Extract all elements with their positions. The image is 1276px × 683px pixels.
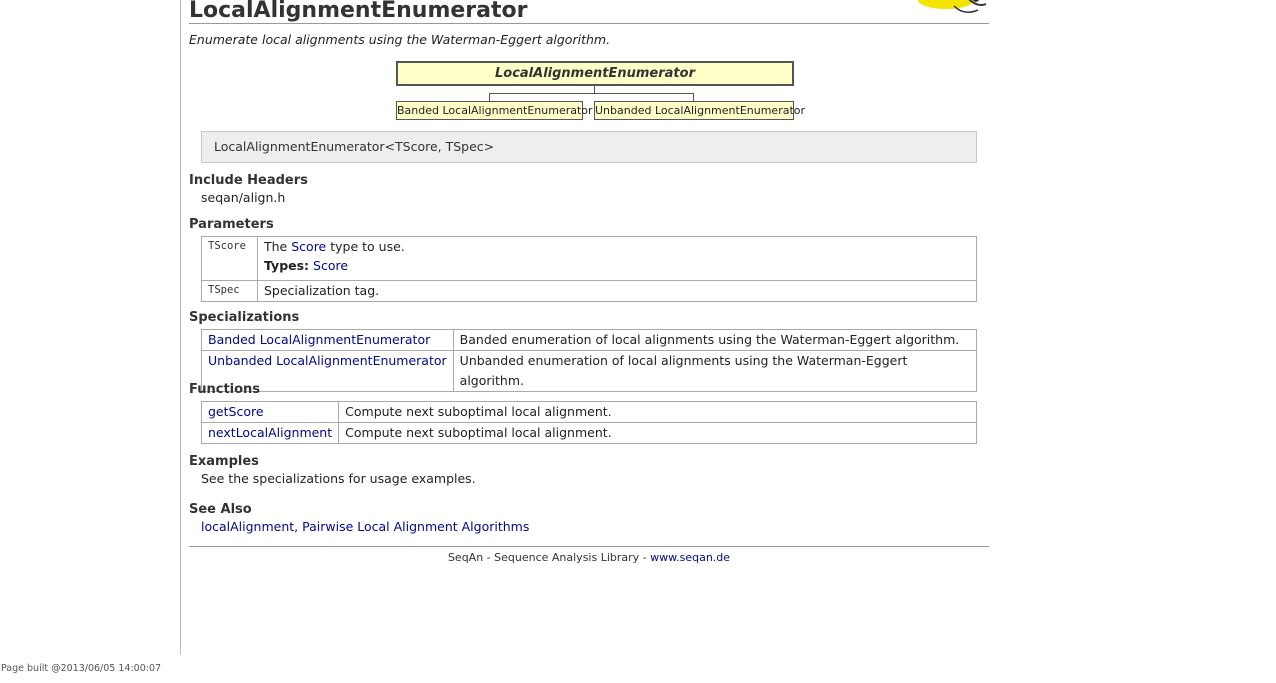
functions-heading: Functions xyxy=(189,382,261,397)
diagram-node-banded[interactable]: Banded LocalAlignmentEnumerator xyxy=(396,101,593,120)
table-row: nextLocalAlignment Compute next suboptim… xyxy=(200,422,977,444)
see-also-link-pairwise[interactable]: Pairwise Local Alignment Algorithms xyxy=(302,519,529,534)
function-link-nextlocalalignment[interactable]: nextLocalAlignment xyxy=(208,425,332,440)
see-also-links: localAlignment, Pairwise Local Alignment… xyxy=(201,519,529,534)
table-row: Unbanded LocalAlignmentEnumerator Unband… xyxy=(201,350,978,392)
specialization-desc: Banded enumeration of local alignments u… xyxy=(452,329,978,351)
specializations-heading: Specializations xyxy=(189,310,300,325)
diagram-connector xyxy=(594,86,595,93)
main-content: LocalAlignmentEnumerator Enumerate local… xyxy=(189,0,989,564)
footer-rule xyxy=(189,546,989,547)
function-desc: Compute next suboptimal local alignment. xyxy=(338,422,977,444)
types-label: Types: xyxy=(264,258,310,273)
see-also-link-localalignment[interactable]: localAlignment xyxy=(201,519,294,534)
diagram-connector xyxy=(489,93,490,101)
page-built-timestamp: Page built @2013/06/05 14:00:07 xyxy=(1,663,162,674)
function-link-getscore[interactable]: getScore xyxy=(208,404,264,419)
parameters-table: TScore The Score type to use. Types: Sco… xyxy=(201,236,977,302)
param-description: The Score type to use. Types: Score xyxy=(257,236,977,281)
class-signature: LocalAlignmentEnumerator<TScore, TSpec> xyxy=(201,131,977,163)
parameters-heading: Parameters xyxy=(189,217,274,232)
footer: SeqAn - Sequence Analysis Library - www.… xyxy=(189,551,989,564)
see-also-separator: , xyxy=(294,519,303,534)
function-name-cell: getScore xyxy=(200,401,340,423)
specialization-link-banded[interactable]: Banded LocalAlignmentEnumerator xyxy=(208,332,430,347)
param-description: Specialization tag. xyxy=(257,280,977,302)
table-row: TSpec Specialization tag. xyxy=(201,280,977,302)
footer-text: SeqAn - Sequence Analysis Library - xyxy=(447,551,651,564)
function-name-cell: nextLocalAlignment xyxy=(200,422,340,444)
examples-heading: Examples xyxy=(189,454,259,469)
footer-link-seqan[interactable]: www.seqan.de xyxy=(650,551,730,564)
left-divider xyxy=(180,0,181,655)
page-title: LocalAlignmentEnumerator xyxy=(189,0,528,22)
diagram-connector xyxy=(693,93,694,101)
see-also-heading: See Also xyxy=(189,502,252,517)
table-row: TScore The Score type to use. Types: Sco… xyxy=(201,236,977,281)
score-link[interactable]: Score xyxy=(291,239,326,254)
specialization-name-cell: Banded LocalAlignmentEnumerator xyxy=(201,329,454,351)
include-headers-heading: Include Headers xyxy=(189,173,308,188)
examples-text: See the specializations for usage exampl… xyxy=(201,471,476,486)
types-score-link[interactable]: Score xyxy=(313,258,348,273)
functions-table: getScore Compute next suboptimal local a… xyxy=(200,401,977,444)
specialization-link-unbanded[interactable]: Unbanded LocalAlignmentEnumerator xyxy=(208,353,447,368)
function-desc: Compute next suboptimal local alignment. xyxy=(338,401,977,423)
specialization-desc: Unbanded enumeration of local alignments… xyxy=(452,350,978,392)
include-header-value: seqan/align.h xyxy=(201,190,286,205)
page-summary: Enumerate local alignments using the Wat… xyxy=(189,32,611,47)
table-row: getScore Compute next suboptimal local a… xyxy=(200,401,977,423)
title-rule xyxy=(189,23,989,24)
table-row: Banded LocalAlignmentEnumerator Banded e… xyxy=(201,329,978,351)
param-desc-prefix: The xyxy=(264,239,292,254)
param-desc-suffix: type to use. xyxy=(326,239,405,254)
seqan-logo-icon[interactable] xyxy=(916,0,988,18)
diagram-node-unbanded[interactable]: Unbanded LocalAlignmentEnumerator xyxy=(594,101,805,120)
class-hierarchy-diagram: LocalAlignmentEnumerator Banded LocalAli… xyxy=(396,61,805,121)
specializations-table: Banded LocalAlignmentEnumerator Banded e… xyxy=(201,329,978,392)
diagram-connector xyxy=(489,93,693,94)
param-name: TScore xyxy=(201,236,258,281)
diagram-root-node[interactable]: LocalAlignmentEnumerator xyxy=(396,61,794,86)
param-name: TSpec xyxy=(201,280,258,302)
